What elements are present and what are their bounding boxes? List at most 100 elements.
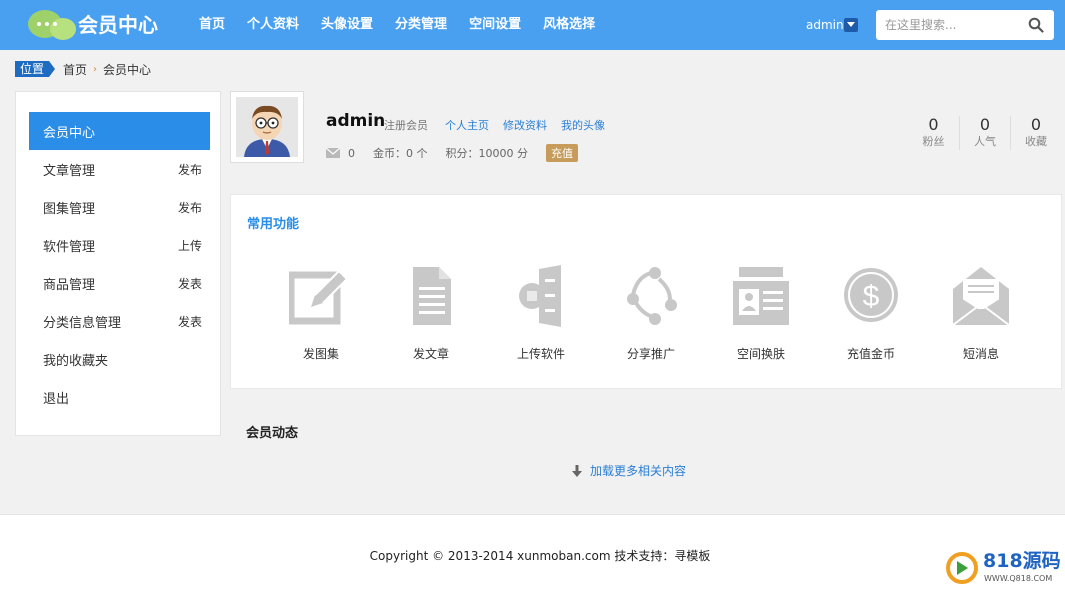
skin-icon — [733, 267, 789, 325]
function-label: 上传软件 — [516, 347, 565, 361]
breadcrumb-current[interactable]: 会员中心 — [103, 61, 151, 78]
function-label: 发文章 — [412, 347, 449, 361]
sidebar-item-member-center[interactable]: 会员中心 — [29, 112, 210, 150]
function-share-promote[interactable]: 分享推广 — [596, 265, 706, 362]
function-label: 分享推广 — [626, 347, 675, 361]
logo[interactable]: 会员中心 — [28, 8, 168, 42]
breadcrumb-tag: 位置 — [15, 61, 56, 77]
arrow-down-icon — [572, 464, 582, 477]
function-post-gallery[interactable]: 发图集 — [266, 265, 376, 362]
footer: Copyright © 2013-2014 xunmoban.com 技术支持：… — [0, 514, 1065, 591]
search-input[interactable] — [876, 10, 1024, 40]
nav-item-avatar[interactable]: 头像设置 — [310, 0, 384, 50]
counter-number: 0 — [979, 115, 991, 134]
sidebar: 会员中心 文章管理 发布 图集管理 发布 软件管理 上传 商品管理 发表 分类信… — [15, 91, 221, 436]
counter-label: 粉丝 — [922, 135, 945, 148]
sidebar-item-action[interactable]: 发表 — [178, 313, 202, 330]
sidebar-item-label: 软件管理 — [43, 239, 96, 255]
function-label: 充值金币 — [846, 347, 895, 361]
sidebar-menu: 会员中心 文章管理 发布 图集管理 发布 软件管理 上传 商品管理 发表 分类信… — [29, 112, 210, 416]
function-label: 空间换肤 — [736, 347, 785, 361]
sidebar-item-action[interactable]: 发表 — [178, 275, 202, 292]
link-my-avatar[interactable]: 我的头像 — [561, 117, 605, 133]
logo-dot — [53, 22, 57, 26]
counter-label: 收藏 — [1025, 135, 1047, 148]
nav-item-style[interactable]: 风格选择 — [532, 0, 606, 50]
sidebar-item-label: 会员中心 — [43, 125, 96, 141]
avatar-cartoon-icon — [236, 97, 298, 157]
coins-value: 金币：0 个 — [373, 147, 428, 160]
edit-icon — [289, 269, 349, 325]
counter-favorites[interactable]: 0 收藏 — [1010, 116, 1061, 150]
function-grid: 发图集 发文章 上传软件 分享推广 空间换肤 $ 充值金币 短消息 — [266, 265, 1036, 362]
function-short-message[interactable]: 短消息 — [926, 265, 1036, 362]
counter-popularity[interactable]: 0 人气 — [959, 116, 1010, 150]
breadcrumb-separator: › — [93, 63, 98, 75]
sidebar-item-articles[interactable]: 文章管理 发布 — [29, 150, 210, 188]
nav-item-profile[interactable]: 个人资料 — [236, 0, 310, 50]
profile-counters: 0 粉丝 0 人气 0 收藏 — [908, 116, 1061, 150]
avatar[interactable] — [230, 91, 304, 163]
profile-stats: 0 金币：0 个 积分：10000 分 充值 — [326, 144, 578, 162]
mail-icon[interactable] — [326, 148, 340, 158]
logo-text: 会员中心 — [78, 13, 158, 37]
sidebar-item-action[interactable]: 发布 — [178, 161, 202, 178]
link-edit-profile[interactable]: 修改资料 — [503, 117, 547, 133]
recharge-button[interactable]: 充值 — [546, 144, 578, 162]
search-icon[interactable] — [1028, 17, 1044, 33]
sidebar-item-action[interactable]: 上传 — [178, 237, 202, 254]
sidebar-item-label: 文章管理 — [43, 163, 96, 179]
function-post-article[interactable]: 发文章 — [376, 265, 486, 362]
play-icon — [957, 561, 968, 575]
profile-links: 个人主页 修改资料 我的头像 — [445, 117, 605, 133]
avatar-image — [236, 97, 298, 157]
top-header: 会员中心 首页 个人资料 头像设置 分类管理 空间设置 风格选择 admin — [0, 0, 1065, 50]
search-box — [876, 10, 1054, 40]
counter-number: 0 — [1030, 115, 1042, 134]
breadcrumb-home[interactable]: 首页 — [63, 61, 87, 78]
main-nav: 首页 个人资料 头像设置 分类管理 空间设置 风格选择 — [188, 0, 606, 50]
function-upload-software[interactable]: 上传软件 — [486, 265, 596, 362]
sidebar-item-label: 图集管理 — [43, 201, 96, 217]
function-label: 短消息 — [962, 347, 999, 361]
watermark-logo: 818源码 WWW.Q818.COM — [946, 548, 1062, 588]
watermark-url: WWW.Q818.COM — [984, 574, 1053, 583]
panel-title: 常用功能 — [247, 217, 300, 232]
sidebar-item-favorites[interactable]: 我的收藏夹 — [29, 340, 210, 378]
function-recharge-coins[interactable]: $ 充值金币 — [816, 265, 926, 362]
user-menu-name[interactable]: admin — [806, 18, 844, 32]
profile-username: admin — [326, 111, 386, 131]
function-space-skin[interactable]: 空间换肤 — [706, 265, 816, 362]
sidebar-item-classifieds[interactable]: 分类信息管理 发表 — [29, 302, 210, 340]
logo-dot — [45, 22, 49, 26]
member-activity-title: 会员动态 — [246, 426, 299, 441]
sidebar-item-software[interactable]: 软件管理 上传 — [29, 226, 210, 264]
message-count: 0 — [348, 146, 355, 160]
profile-role: 注册会员 — [384, 119, 428, 132]
common-functions-panel: 常用功能 发图集 发文章 上传软件 分享推广 空间换肤 $ 充值金币 短消息 — [230, 194, 1062, 389]
breadcrumb: 位置 首页 › 会员中心 — [15, 60, 151, 78]
sidebar-item-label: 退出 — [43, 391, 70, 407]
sidebar-item-logout[interactable]: 退出 — [29, 378, 210, 416]
nav-item-category[interactable]: 分类管理 — [384, 0, 458, 50]
sidebar-item-label: 我的收藏夹 — [43, 353, 109, 369]
nav-item-space[interactable]: 空间设置 — [458, 0, 532, 50]
function-label: 发图集 — [302, 347, 339, 361]
envelope-icon — [952, 267, 1010, 326]
sidebar-item-action[interactable]: 发布 — [178, 199, 202, 216]
load-more-label: 加载更多相关内容 — [590, 464, 687, 478]
sidebar-item-products[interactable]: 商品管理 发表 — [29, 264, 210, 302]
counter-fans[interactable]: 0 粉丝 — [908, 116, 959, 150]
share-icon — [627, 267, 677, 325]
coin-icon: $ — [844, 268, 898, 322]
nav-item-home[interactable]: 首页 — [188, 0, 236, 50]
sidebar-item-label: 商品管理 — [43, 277, 96, 293]
watermark-text: 818源码 — [983, 550, 1061, 572]
load-more-button[interactable]: 加载更多相关内容 — [572, 462, 686, 479]
copyright-text: Copyright © 2013-2014 xunmoban.com 技术支持：… — [369, 549, 711, 563]
link-homepage[interactable]: 个人主页 — [445, 117, 489, 133]
logo-dot — [37, 22, 41, 26]
counter-label: 人气 — [974, 135, 996, 148]
sidebar-item-gallery[interactable]: 图集管理 发布 — [29, 188, 210, 226]
chevron-down-icon[interactable] — [844, 18, 858, 32]
